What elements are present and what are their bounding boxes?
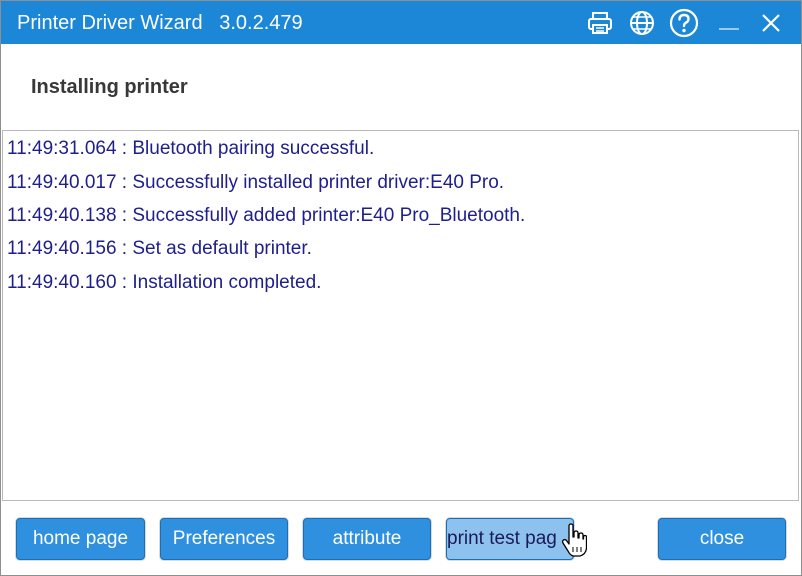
globe-icon[interactable] — [626, 7, 658, 39]
printer-icon[interactable] — [584, 7, 616, 39]
title-bar[interactable]: Printer Driver Wizard 3.0.2.479 — [1, 1, 801, 44]
minimize-icon[interactable] — [713, 7, 745, 39]
window-title: Printer Driver Wizard 3.0.2.479 — [17, 12, 303, 34]
close-icon[interactable] — [755, 7, 787, 39]
page-header: Installing printer — [1, 44, 801, 130]
install-log[interactable]: 11:49:31.064 : Bluetooth pairing success… — [2, 130, 799, 501]
log-line: 11:49:40.160 : Installation completed. — [7, 272, 322, 293]
home-page-button[interactable]: home page — [16, 518, 145, 560]
preferences-button[interactable]: Preferences — [160, 518, 288, 560]
log-line: 11:49:40.156 : Set as default printer. — [7, 238, 312, 259]
log-line: 11:49:40.017 : Successfully installed pr… — [7, 172, 505, 193]
print-test-page-label: print test pag — [447, 528, 557, 549]
hand-cursor-icon — [561, 523, 587, 557]
attribute-button[interactable]: attribute — [303, 518, 431, 560]
log-line: 11:49:31.064 : Bluetooth pairing success… — [7, 138, 375, 159]
print-test-page-button[interactable]: print test pag — [446, 518, 574, 560]
installer-window: Printer Driver Wizard 3.0.2.479 Installi… — [0, 0, 802, 576]
help-icon[interactable] — [668, 7, 700, 39]
log-line: 11:49:40.138 : Successfully added printe… — [7, 205, 526, 226]
close-button[interactable]: close — [658, 518, 786, 560]
page-title: Installing printer — [31, 76, 188, 98]
